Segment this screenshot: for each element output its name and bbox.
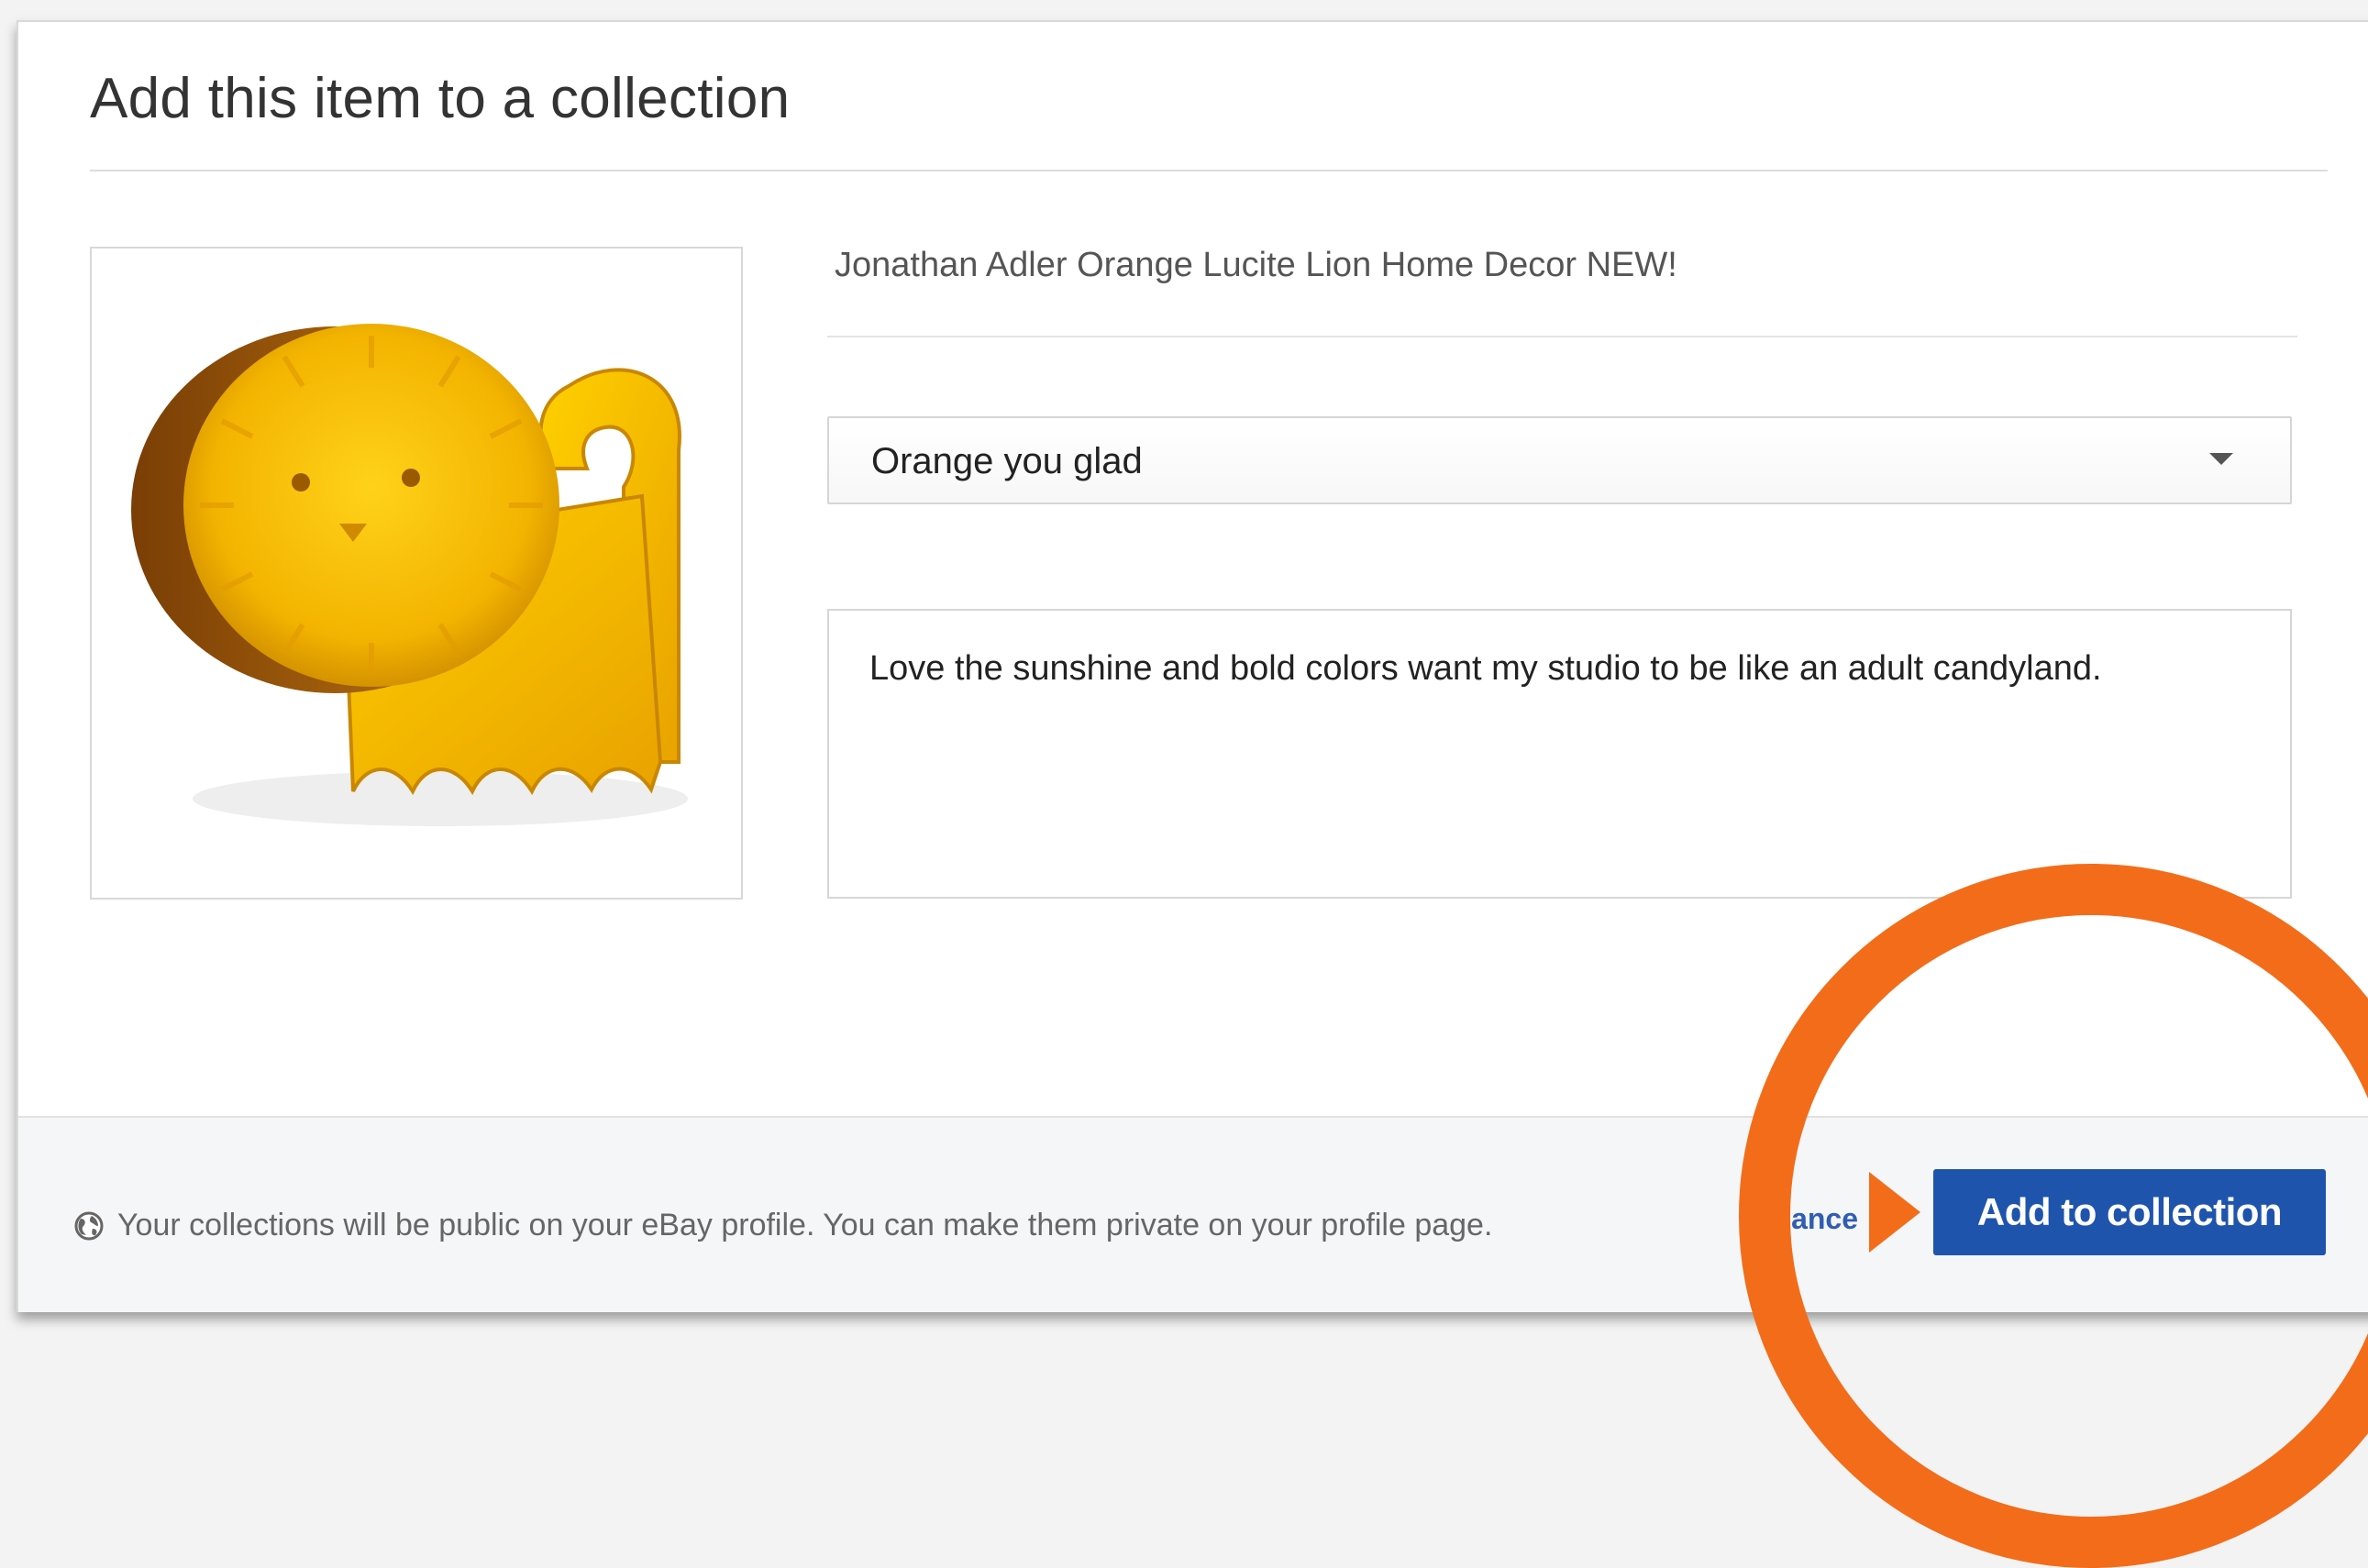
collection-select[interactable]: Orange you glad xyxy=(827,416,2292,504)
globe-icon xyxy=(74,1211,104,1240)
item-title: Jonathan Adler Orange Lucite Lion Home D… xyxy=(835,246,1677,284)
lion-figurine-image xyxy=(131,324,688,826)
dialog-footer: Your collections will be public on your … xyxy=(18,1116,2368,1312)
collection-select-value: Orange you glad xyxy=(871,441,1143,481)
chevron-down-icon xyxy=(2209,453,2233,465)
dialog-title: Add this item to a collection xyxy=(90,67,791,130)
item-divider xyxy=(827,336,2297,337)
add-to-collection-dialog: Add this item to a collection Jonathan A… xyxy=(17,20,2368,1312)
cancel-link[interactable]: Cance xyxy=(1783,1202,1858,1236)
add-to-collection-button[interactable]: Add to collection xyxy=(1933,1169,2326,1255)
privacy-note-text: Your collections will be public on your … xyxy=(117,1208,1493,1242)
title-divider xyxy=(90,170,2328,171)
product-image xyxy=(90,247,743,900)
privacy-note: Your collections will be public on your … xyxy=(73,1208,1492,1243)
note-textarea[interactable]: Love the sunshine and bold colors want m… xyxy=(827,609,2292,899)
